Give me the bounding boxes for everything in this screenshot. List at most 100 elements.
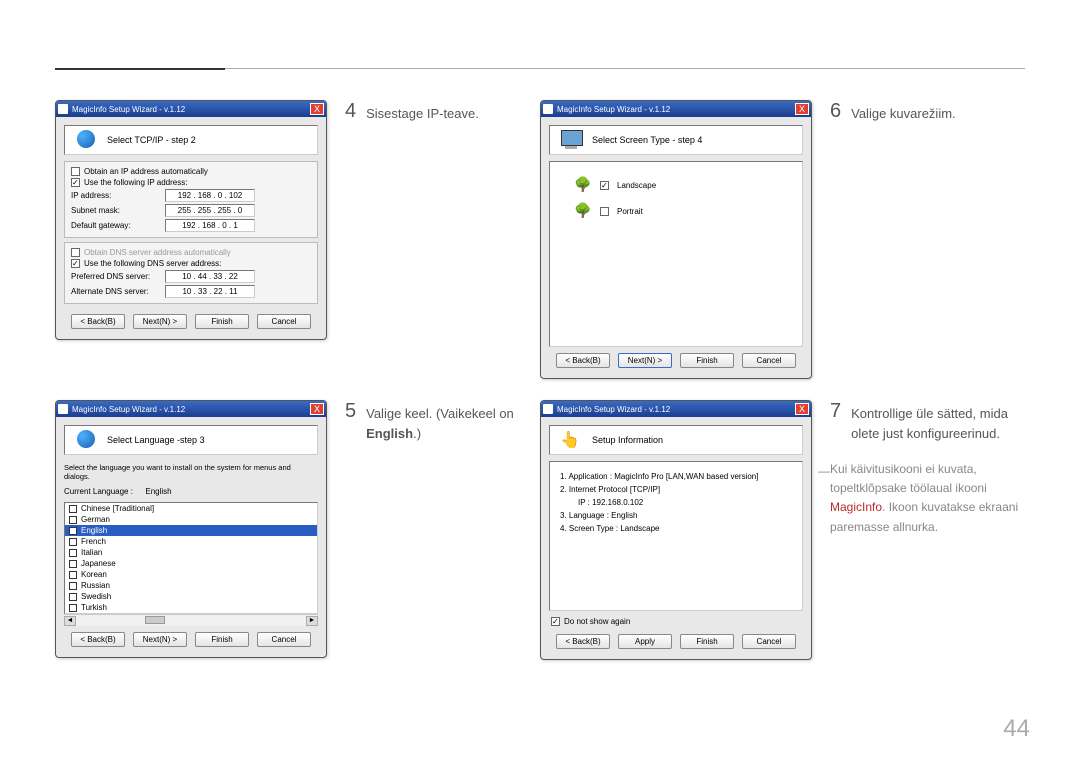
scroll-thumb[interactable] — [145, 616, 165, 624]
finish-button[interactable]: Finish — [195, 632, 249, 647]
finish-button[interactable]: Finish — [195, 314, 249, 329]
panel-header: Select Language -step 3 — [64, 425, 318, 455]
finish-button[interactable]: Finish — [680, 353, 734, 368]
close-icon[interactable]: X — [310, 103, 324, 115]
titlebar: MagicInfo Setup Wizard - v.1.12 X — [56, 101, 326, 117]
checkbox-noshow[interactable] — [551, 617, 560, 626]
back-button[interactable]: < Back(B) — [71, 632, 125, 647]
checkbox-portrait[interactable] — [600, 207, 609, 216]
input-ip[interactable]: 192 . 168 . 0 . 102 — [165, 189, 255, 202]
page-number: 44 — [1003, 715, 1030, 743]
language-item[interactable]: Russian — [65, 580, 317, 591]
language-item[interactable]: Korean — [65, 569, 317, 580]
checkbox-icon — [69, 527, 77, 535]
panel-header: Select Screen Type - step 4 — [549, 125, 803, 155]
info-application: 1. Application : MagicInfo Pro [LAN,WAN … — [560, 470, 792, 483]
label-noshow: Do not show again — [564, 617, 630, 626]
wizard-window-screentype: MagicInfo Setup Wizard - v.1.12 X Select… — [540, 100, 812, 379]
checkbox-auto-ip[interactable] — [71, 167, 80, 176]
language-item[interactable]: Italian — [65, 547, 317, 558]
label-pdns: Preferred DNS server: — [71, 272, 161, 281]
checkbox-use-ip[interactable] — [71, 178, 80, 187]
scroll-right-icon[interactable]: ► — [306, 616, 318, 626]
language-item[interactable]: Swedish — [65, 591, 317, 602]
info-ip: IP : 192.168.0.102 — [560, 496, 792, 509]
language-listbox[interactable]: Chinese [Traditional]GermanEnglishFrench… — [64, 502, 318, 614]
footnote: ― Kui käivitusikooni ei kuvata, topeltkl… — [830, 460, 1030, 537]
label-mask: Subnet mask: — [71, 206, 161, 215]
label-adns: Alternate DNS server: — [71, 287, 161, 296]
checkbox-icon — [69, 582, 77, 590]
app-icon — [58, 404, 68, 414]
tree-icon — [574, 202, 592, 220]
tree-icon — [574, 176, 592, 194]
cancel-button[interactable]: Cancel — [257, 632, 311, 647]
label-ip: IP address: — [71, 191, 161, 200]
panel-header: Setup Information — [549, 425, 803, 455]
language-item[interactable]: French — [65, 536, 317, 547]
label-gateway: Default gateway: — [71, 221, 161, 230]
titlebar: MagicInfo Setup Wizard - v.1.12 X — [541, 101, 811, 117]
window-title: MagicInfo Setup Wizard - v.1.12 — [72, 105, 310, 114]
back-button[interactable]: < Back(B) — [71, 314, 125, 329]
window-title: MagicInfo Setup Wizard - v.1.12 — [557, 105, 795, 114]
checkbox-icon — [69, 538, 77, 546]
input-adns[interactable]: 10 . 33 . 22 . 11 — [165, 285, 255, 298]
titlebar: MagicInfo Setup Wizard - v.1.12 X — [56, 401, 326, 417]
checkbox-icon — [69, 516, 77, 524]
close-icon[interactable]: X — [795, 403, 809, 415]
window-title: MagicInfo Setup Wizard - v.1.12 — [72, 405, 310, 414]
horizontal-rule-accent — [55, 68, 225, 70]
back-button[interactable]: < Back(B) — [556, 353, 610, 368]
cancel-button[interactable]: Cancel — [742, 353, 796, 368]
checkbox-icon — [69, 593, 77, 601]
label-auto-dns: Obtain DNS server address automatically — [84, 248, 231, 257]
close-icon[interactable]: X — [310, 403, 324, 415]
input-gateway[interactable]: 192 . 168 . 0 . 1 — [165, 219, 255, 232]
checkbox-icon — [69, 549, 77, 557]
finish-button[interactable]: Finish — [680, 634, 734, 649]
wizard-window-language: MagicInfo Setup Wizard - v.1.12 X Select… — [55, 400, 327, 658]
checkbox-icon — [69, 560, 77, 568]
checkbox-landscape[interactable] — [600, 181, 609, 190]
apply-button[interactable]: Apply — [618, 634, 672, 649]
input-pdns[interactable]: 10 . 44 . 33 . 22 — [165, 270, 255, 283]
next-button[interactable]: Next(N) > — [133, 632, 187, 647]
language-item[interactable]: German — [65, 514, 317, 525]
current-language-label: Current Language : — [64, 487, 133, 496]
app-icon — [58, 104, 68, 114]
back-button[interactable]: < Back(B) — [556, 634, 610, 649]
cancel-button[interactable]: Cancel — [257, 314, 311, 329]
language-item[interactable]: Japanese — [65, 558, 317, 569]
label-portrait: Portrait — [617, 207, 643, 216]
instruction-text: Select the language you want to install … — [64, 461, 318, 485]
hand-pointer-icon — [560, 430, 584, 450]
horizontal-scrollbar[interactable]: ◄► — [64, 614, 318, 626]
monitor-icon — [560, 130, 584, 150]
language-item[interactable]: Chinese [Traditional] — [65, 503, 317, 514]
info-protocol: 2. Internet Protocol [TCP/IP] — [560, 483, 792, 496]
annotation-7: 7Kontrollige üle sätted, mida olete just… — [830, 400, 1031, 443]
globe-icon — [75, 430, 99, 450]
language-item[interactable]: Turkish — [65, 602, 317, 613]
checkbox-auto-dns[interactable] — [71, 248, 80, 257]
checkbox-icon — [69, 505, 77, 513]
input-mask[interactable]: 255 . 255 . 255 . 0 — [165, 204, 255, 217]
checkbox-icon — [69, 604, 77, 612]
cancel-button[interactable]: Cancel — [742, 634, 796, 649]
current-language-value: English — [145, 487, 171, 496]
scroll-left-icon[interactable]: ◄ — [64, 616, 76, 626]
wizard-window-setupinfo: MagicInfo Setup Wizard - v.1.12 X Setup … — [540, 400, 812, 660]
titlebar: MagicInfo Setup Wizard - v.1.12 X — [541, 401, 811, 417]
checkbox-icon — [69, 571, 77, 579]
wizard-window-tcpip: MagicInfo Setup Wizard - v.1.12 X Select… — [55, 100, 327, 340]
label-use-ip: Use the following IP address: — [84, 178, 187, 187]
label-auto-ip: Obtain an IP address automatically — [84, 167, 208, 176]
next-button[interactable]: Next(N) > — [618, 353, 672, 368]
info-screentype: 4. Screen Type : Landscape — [560, 522, 792, 535]
language-item[interactable]: English — [65, 525, 317, 536]
next-button[interactable]: Next(N) > — [133, 314, 187, 329]
close-icon[interactable]: X — [795, 103, 809, 115]
checkbox-use-dns[interactable] — [71, 259, 80, 268]
globe-icon — [75, 130, 99, 150]
